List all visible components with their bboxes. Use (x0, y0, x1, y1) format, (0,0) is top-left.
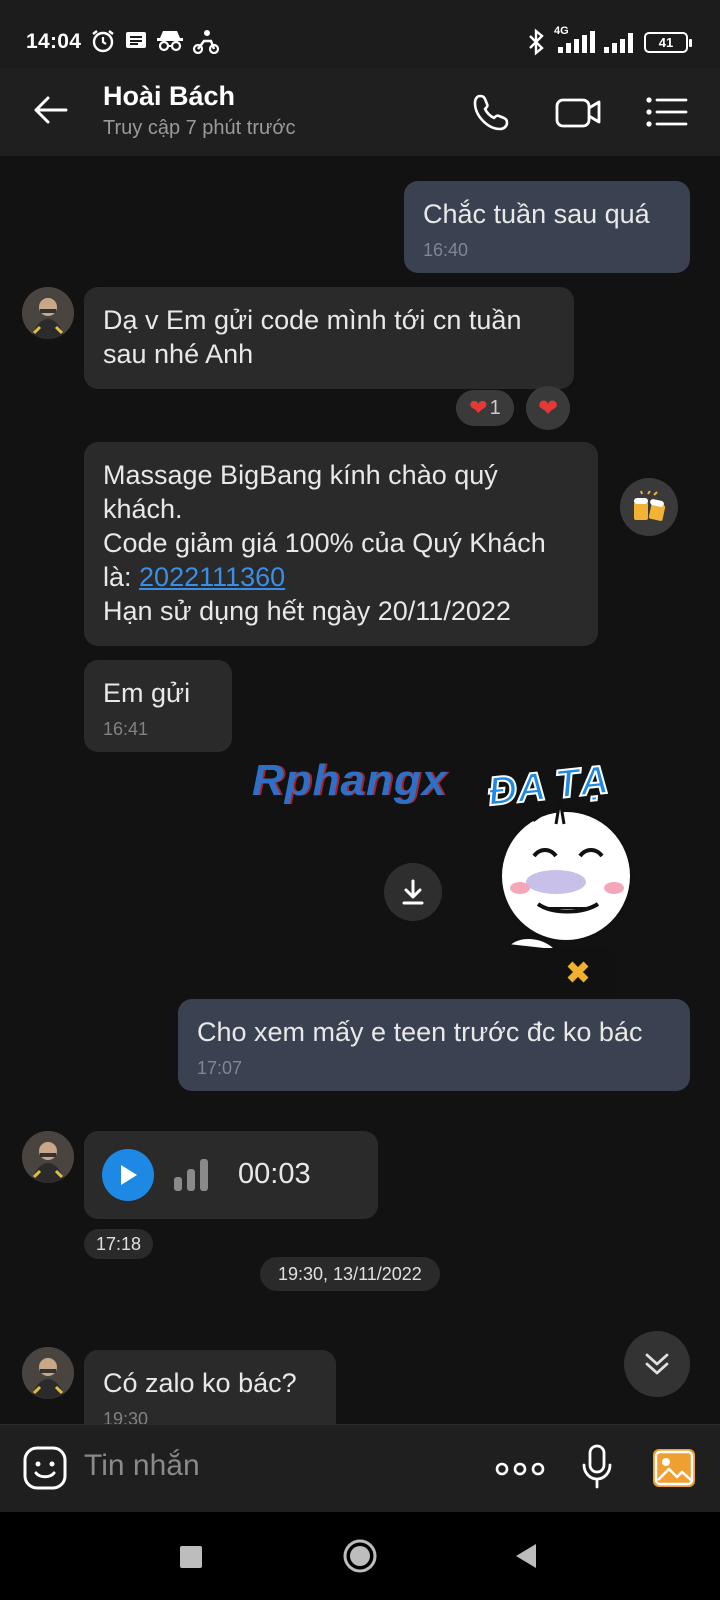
back-arrow-icon[interactable] (30, 90, 70, 130)
image-gallery-icon[interactable] (651, 1447, 697, 1489)
voice-message[interactable]: 00:03 (84, 1131, 378, 1219)
message-text-line: Hạn sử dụng hết ngày 20/11/2022 (103, 596, 511, 626)
discount-code-link[interactable]: 2022111360 (139, 562, 285, 592)
alarm-icon (92, 30, 114, 53)
menu-list-icon[interactable] (642, 88, 690, 136)
status-icons-right: 4G 41 (526, 25, 692, 56)
outgoing-message[interactable]: Chắc tuần sau quá 16:40 (404, 181, 690, 273)
play-icon (121, 1165, 137, 1185)
watermark-text: Rphangx (252, 756, 448, 805)
outgoing-message[interactable]: Cho xem mấy e teen trước đc ko bác 17:07 (178, 999, 690, 1091)
chat-header: Hoài Bách Truy cập 7 phút trước (0, 68, 720, 156)
status-time: 14:04 (26, 30, 82, 53)
phone-call-icon[interactable] (468, 88, 516, 136)
microphone-icon[interactable] (580, 1443, 614, 1491)
heart-icon: ❤ (537, 394, 559, 422)
status-bar: 14:04 4G 41 (0, 0, 720, 68)
message-input[interactable]: Tin nhắn (84, 1449, 200, 1483)
message-text: Dạ v Em gửi code mình tới cn tuần sau nh… (103, 305, 522, 369)
emoji-sticker-icon[interactable] (22, 1445, 68, 1491)
incoming-message[interactable]: Có zalo ko bác? 19:30 (84, 1350, 336, 1424)
contact-name[interactable]: Hoài Bách (103, 81, 235, 112)
signal-4g-icon: 4G (554, 25, 596, 55)
signal-icon (604, 33, 633, 53)
reaction-count: 1 (489, 396, 501, 419)
scroll-to-bottom-button[interactable] (624, 1331, 690, 1397)
message-time: 19:30 (103, 1409, 149, 1424)
react-button[interactable] (620, 478, 678, 536)
message-text-line: Code giảm giá 100% của Quý Khách là: 202… (103, 526, 579, 594)
bluetooth-icon (529, 28, 544, 56)
download-icon (402, 879, 424, 905)
message-text: Em gửi (103, 678, 191, 708)
more-options-icon[interactable] (494, 1459, 546, 1479)
status-icons-left (90, 28, 220, 54)
message-icon (126, 32, 146, 48)
download-button[interactable] (384, 863, 442, 921)
message-time: 17:18 (84, 1229, 154, 1259)
play-button[interactable] (102, 1149, 154, 1201)
reaction-summary[interactable]: ❤ 1 (456, 390, 514, 426)
incoming-message[interactable]: Massage BigBang kính chào quý khách. Cod… (84, 442, 598, 646)
beer-toast-icon (634, 490, 666, 521)
video-call-icon[interactable] (554, 88, 604, 136)
contact-avatar[interactable] (22, 287, 74, 339)
message-text-line: Massage BigBang kính chào quý khách. (103, 460, 498, 524)
message-text: Có zalo ko bác? (103, 1368, 297, 1398)
message-time: 17:07 (197, 1058, 243, 1078)
back-button[interactable] (514, 1542, 540, 1570)
system-navigation-bar (0, 1512, 720, 1600)
voice-duration: 00:03 (238, 1158, 311, 1190)
battery-icon: 41 (644, 31, 692, 53)
message-input-bar: Tin nhắn (0, 1424, 720, 1512)
message-text: Cho xem mấy e teen trước đc ko bác (197, 1017, 643, 1047)
message-time: 16:40 (423, 240, 469, 260)
sticker-image[interactable]: ĐA TẠ (478, 757, 658, 996)
date-separator: 19:30, 13/11/2022 (260, 1257, 440, 1291)
chat-message-list[interactable]: Chắc tuần sau quá 16:40 Dạ v Em gửi code… (0, 156, 720, 1424)
react-heart-button[interactable]: ❤ (526, 386, 570, 430)
message-time: 16:41 (103, 719, 149, 739)
voice-waveform-icon (174, 1159, 208, 1191)
double-chevron-down-icon (645, 1353, 669, 1375)
message-text: Chắc tuần sau quá (423, 199, 650, 229)
incoming-message[interactable]: Em gửi 16:41 (84, 660, 232, 752)
home-button[interactable] (342, 1538, 378, 1574)
delivery-icon (192, 30, 220, 54)
incognito-icon (157, 31, 183, 52)
sticker-face (498, 799, 634, 996)
incoming-message[interactable]: Dạ v Em gửi code mình tới cn tuần sau nh… (84, 287, 574, 389)
heart-icon: ❤ (469, 395, 488, 420)
last-seen-status: Truy cập 7 phút trước (103, 117, 296, 139)
recent-apps-button[interactable] (180, 1546, 202, 1568)
contact-avatar[interactable] (22, 1347, 74, 1399)
contact-avatar[interactable] (22, 1131, 74, 1183)
